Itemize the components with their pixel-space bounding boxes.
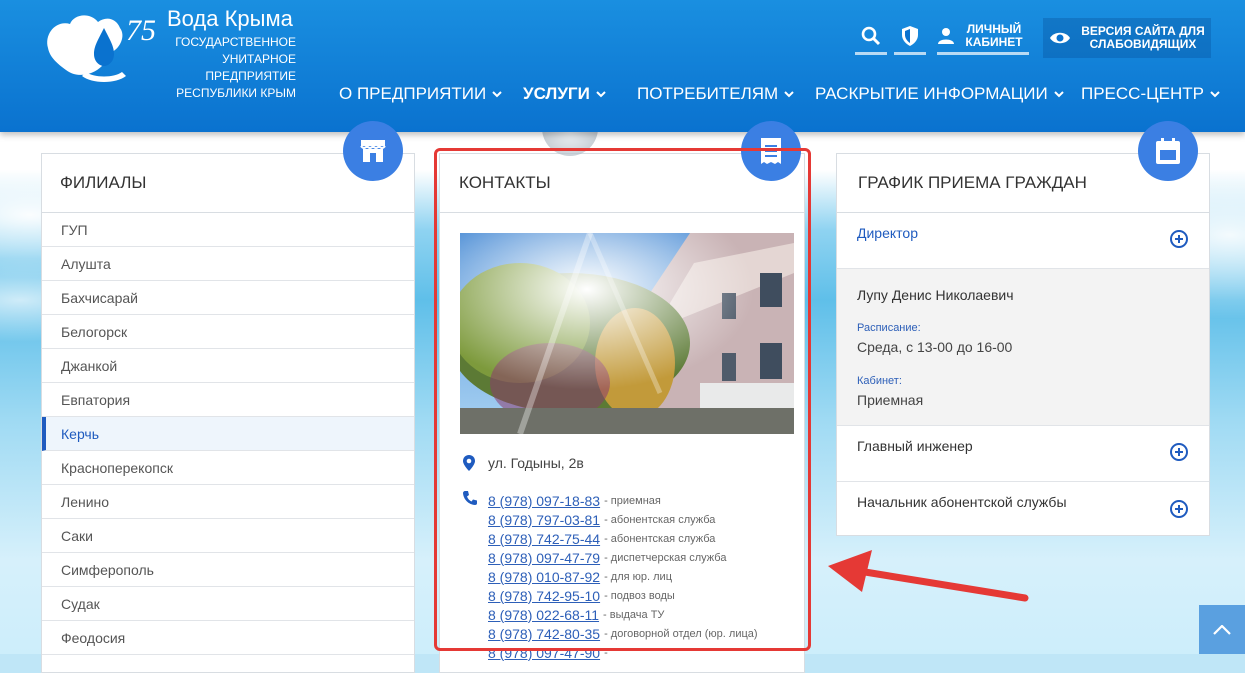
schedule-label: Расписание: <box>857 322 921 334</box>
site-header: 75 Вода Крыма ГОСУДАРСТВЕННОЕ УНИТАРНОЕ … <box>0 0 1245 132</box>
highlight-box <box>434 148 811 651</box>
nav-disclosure-label: РАСКРЫТИЕ ИНФОРМАЦИИ <box>815 84 1048 103</box>
nav-press[interactable]: ПРЕСС-ЦЕНТР <box>1081 84 1220 104</box>
chevron-down-icon <box>1210 90 1220 97</box>
director-details: Лупу Денис Николаевич Расписание: Среда,… <box>837 269 1209 426</box>
director-name: Лупу Денис Николаевич <box>857 287 1014 303</box>
nav-consumers[interactable]: ПОТРЕБИТЕЛЯМ <box>637 84 794 104</box>
plus-circle-icon[interactable] <box>1170 443 1188 461</box>
branch-item[interactable]: Алушта <box>42 247 414 281</box>
branch-item[interactable]: Бахчисарай <box>42 281 414 315</box>
nav-services-label: УСЛУГИ <box>523 84 590 103</box>
plus-circle-icon[interactable] <box>1170 230 1188 248</box>
branch-item[interactable]: Евпатория <box>42 383 414 417</box>
personal-cabinet-button[interactable]: ЛИЧНЫЙ КАБИНЕТ <box>937 20 1029 55</box>
eye-icon <box>1050 32 1070 44</box>
user-icon <box>938 28 954 44</box>
scroll-top-button[interactable] <box>1199 605 1245 654</box>
security-button[interactable] <box>894 20 926 55</box>
accordion-chief-engineer[interactable]: Главный инженер <box>837 426 1209 482</box>
branch-item[interactable]: Ленино <box>42 485 414 519</box>
low-vision-label: ВЕРСИЯ САЙТА ДЛЯ СЛАБОВИДЯЩИХ <box>1081 24 1205 51</box>
nav-consumers-label: ПОТРЕБИТЕЛЯМ <box>637 84 779 103</box>
branch-item-active[interactable]: Керчь <box>42 417 414 451</box>
annotation-arrow <box>828 550 1029 602</box>
branch-item[interactable]: Симферополь <box>42 553 414 587</box>
branches-list: ГУП Алушта Бахчисарай Белогорск Джанкой … <box>42 213 414 655</box>
search-button[interactable] <box>855 20 887 55</box>
accordion-subscriber-head[interactable]: Начальник абонентской службы <box>837 482 1209 537</box>
chevron-down-icon <box>784 90 794 97</box>
schedule-panel: ГРАФИК ПРИЕМА ГРАЖДАН Директор Лупу Дени… <box>836 153 1210 536</box>
chevron-up-icon <box>1213 624 1231 635</box>
branch-item[interactable]: ГУП <box>42 213 414 247</box>
branches-badge <box>343 121 403 181</box>
branch-item[interactable]: Судак <box>42 587 414 621</box>
chevron-down-icon <box>1054 90 1064 97</box>
chevron-down-icon <box>596 90 606 97</box>
nav-disclosure[interactable]: РАСКРЫТИЕ ИНФОРМАЦИИ <box>815 84 1064 104</box>
schedule-badge <box>1138 121 1198 181</box>
branches-panel: ФИЛИАЛЫ ГУП Алушта Бахчисарай Белогорск … <box>41 153 415 673</box>
branch-item[interactable]: Феодосия <box>42 621 414 655</box>
branch-item[interactable]: Саки <box>42 519 414 553</box>
nav-about-label: О ПРЕДПРИЯТИИ <box>339 84 487 103</box>
low-vision-button[interactable]: ВЕРСИЯ САЙТА ДЛЯ СЛАБОВИДЯЩИХ <box>1043 18 1211 58</box>
personal-cabinet-label: ЛИЧНЫЙ КАБИНЕТ <box>965 22 1023 49</box>
subscriber-head-label: Начальник абонентской службы <box>857 494 1067 510</box>
nav-press-label: ПРЕСС-ЦЕНТР <box>1081 84 1205 103</box>
shield-icon <box>902 26 918 46</box>
nav-about[interactable]: О ПРЕДПРИЯТИИ <box>339 84 502 104</box>
calendar-icon <box>1156 138 1180 164</box>
accordion-director[interactable]: Директор <box>837 213 1209 269</box>
branch-item[interactable]: Джанкой <box>42 349 414 383</box>
brand-title: Вода Крыма <box>167 6 293 31</box>
cabinet-label: Кабинет: <box>857 375 902 387</box>
schedule-value: Среда, с 13-00 до 16-00 <box>857 339 1013 355</box>
director-label: Директор <box>857 225 918 241</box>
brand-subtitle: ГОСУДАРСТВЕННОЕ УНИТАРНОЕ ПРЕДПРИЯТИЕ РЕ… <box>175 35 296 100</box>
branch-item[interactable]: Красноперекопск <box>42 451 414 485</box>
search-icon <box>861 26 881 46</box>
store-icon <box>360 140 386 162</box>
nav-services[interactable]: УСЛУГИ <box>523 84 606 104</box>
cabinet-value: Приемная <box>857 392 924 408</box>
chevron-down-icon <box>492 90 502 97</box>
chief-engineer-label: Главный инженер <box>857 438 973 454</box>
plus-circle-icon[interactable] <box>1170 500 1188 518</box>
branch-item[interactable]: Белогорск <box>42 315 414 349</box>
